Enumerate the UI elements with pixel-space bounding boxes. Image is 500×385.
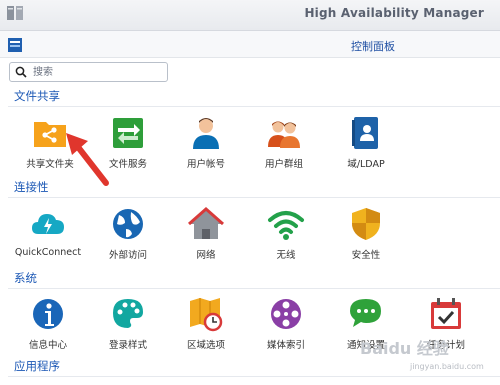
search-input[interactable] [31, 64, 165, 80]
login-style-item[interactable]: 登录样式 [88, 295, 168, 359]
chat-bubble-icon [350, 299, 381, 327]
quickconnect-cloud-icon [32, 214, 64, 234]
section-title-system: 系统 [14, 271, 37, 285]
control-panel-icon [8, 38, 22, 52]
info-center-item[interactable]: 信息中心 [8, 295, 88, 359]
external-access-label: 外部访问 [108, 250, 147, 261]
section-divider [8, 106, 500, 107]
domain-ldap-label: 域/LDAP [347, 159, 385, 170]
quickconnect-item[interactable]: QuickConnect [8, 205, 88, 269]
section-divider [8, 288, 500, 289]
palette-icon [113, 299, 143, 328]
wireless-label: 无线 [276, 250, 296, 261]
security-item[interactable]: 安全性 [326, 205, 406, 269]
section-title-file-sharing: 文件共享 [14, 89, 60, 103]
login-style-label: 登录样式 [108, 340, 147, 351]
calendar-check-icon [431, 298, 461, 329]
user-account-label: 用户帐号 [186, 159, 225, 170]
house-icon [188, 206, 224, 239]
section-title-connectivity: 连接性 [14, 180, 49, 194]
red-arrow-pointer [66, 133, 109, 186]
external-access-item[interactable]: 外部访问 [88, 205, 168, 269]
control-panel-title: 控制面板 [351, 40, 395, 53]
network-label: 网络 [196, 250, 216, 261]
domain-ldap-item[interactable]: 域/LDAP [326, 114, 406, 178]
film-reel-icon [271, 299, 301, 329]
search-box[interactable] [9, 62, 168, 82]
info-center-label: 信息中心 [28, 340, 67, 351]
search-icon [15, 66, 27, 78]
quickconnect-label: QuickConnect [14, 247, 82, 258]
network-item[interactable]: 网络 [166, 205, 246, 269]
globe-icon [113, 209, 143, 239]
user-group-icon [268, 121, 300, 148]
wifi-icon [268, 211, 304, 240]
app-title: High Availability Manager [304, 6, 484, 20]
control-panel-titlebar: 控制面板 [0, 31, 500, 58]
section-divider [8, 376, 500, 377]
file-services-icon [113, 118, 143, 148]
watermark: Baidu 经验 [360, 339, 449, 358]
media-index-item[interactable]: 媒体索引 [246, 295, 326, 359]
user-account-item[interactable]: 用户帐号 [166, 114, 246, 178]
server-icon [7, 6, 23, 20]
info-icon [33, 299, 63, 329]
user-group-label: 用户群组 [264, 159, 303, 170]
media-index-label: 媒体索引 [266, 340, 305, 351]
shield-icon [352, 208, 380, 240]
user-icon [193, 118, 219, 149]
security-label: 安全性 [351, 250, 381, 261]
user-group-item[interactable]: 用户群组 [244, 114, 324, 178]
wireless-item[interactable]: 无线 [246, 205, 326, 269]
app-topbar: High Availability Manager [0, 0, 500, 31]
domain-ldap-icon [352, 117, 378, 149]
regional-options-label: 区域选项 [186, 340, 225, 351]
section-title-applications: 应用程序 [14, 359, 60, 373]
watermark-url: jingyan.baidu.com [410, 362, 484, 371]
regional-options-item[interactable]: 区域选项 [166, 295, 246, 359]
section-divider [8, 197, 500, 198]
map-clock-icon [190, 298, 223, 332]
